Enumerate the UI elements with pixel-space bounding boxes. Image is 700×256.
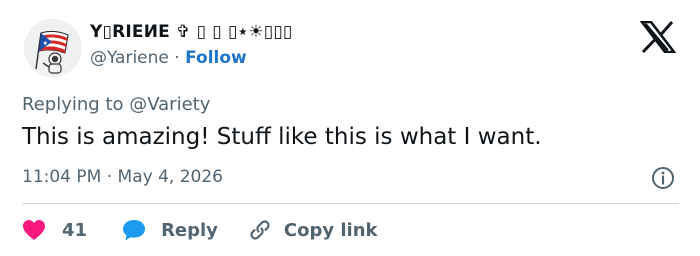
tweet-text: This is amazing! Stuff like this is what… [22, 124, 542, 150]
heart-icon [23, 220, 45, 240]
replying-to: Replying to @Variety [22, 94, 210, 115]
avatar[interactable]: ★ [24, 19, 82, 77]
astronaut-flag-icon: ★ [24, 19, 82, 77]
like-button[interactable]: 41 [22, 219, 121, 241]
divider [22, 203, 679, 204]
copy-link-label: Copy link [283, 219, 378, 241]
tweet-card: ★ Y▯RIEИE ✞ ▯ ▯ ▯⋆☀▯▯▯ @Yariene · Follow… [0, 0, 700, 256]
replying-to-handle[interactable]: @Variety [129, 94, 210, 115]
reply-button[interactable]: Reply [121, 218, 248, 242]
info-icon[interactable] [651, 166, 675, 190]
svg-text:★: ★ [43, 40, 48, 47]
replying-to-label: Replying to [22, 94, 124, 115]
handle-row: @Yariene · Follow [90, 48, 247, 68]
link-icon [250, 220, 270, 240]
user-handle[interactable]: @Yariene [90, 48, 169, 68]
reply-label: Reply [161, 219, 218, 241]
x-logo-icon[interactable] [640, 21, 676, 53]
action-bar: 41 Reply Copy link [22, 216, 378, 244]
tweet-timestamp[interactable]: 11:04 PM · May 4, 2026 [22, 167, 223, 187]
follow-button[interactable]: Follow [185, 48, 247, 68]
reply-bubble-icon [123, 220, 146, 241]
display-name[interactable]: Y▯RIEИE ✞ ▯ ▯ ▯⋆☀▯▯▯ [90, 22, 292, 42]
copy-link-button[interactable]: Copy link [248, 218, 378, 242]
separator-dot: · [174, 48, 180, 68]
like-count: 41 [62, 219, 88, 241]
